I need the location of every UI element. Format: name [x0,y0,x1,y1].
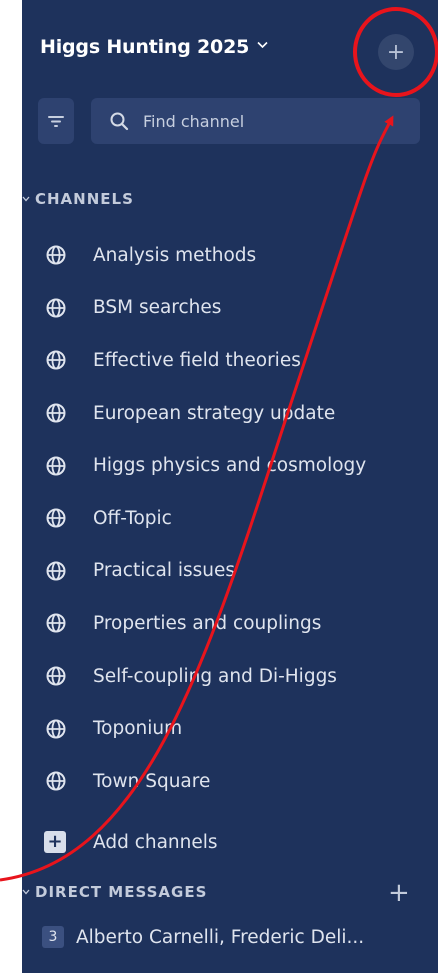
plus-box-icon: + [44,831,66,853]
channel-label: European strategy update [93,402,336,424]
channel-label: Properties and couplings [93,612,322,634]
direct-message-label: Alberto Carnelli, Frederic Deli... [76,926,365,948]
add-direct-message-button[interactable]: + [388,878,410,908]
channels-section-label: CHANNELS [35,190,134,208]
channel-filter-button[interactable] [38,98,74,144]
channel-label: Practical issues [93,560,236,582]
channel-list: Analysis methods BSM searches Effective … [22,229,438,808]
channel-sidebar: Higgs Hunting 2025 + CHANNELS Analysis m… [22,0,438,973]
channel-item[interactable]: Self-coupling and Di-Higgs [22,650,438,703]
team-name: Higgs Hunting 2025 [40,36,250,58]
channel-item[interactable]: Toponium [22,702,438,755]
globe-icon [46,666,66,686]
channels-section-header[interactable]: CHANNELS [22,190,134,208]
globe-icon [46,508,66,528]
channel-item[interactable]: Practical issues [22,545,438,598]
globe-icon [46,245,66,265]
globe-icon [46,350,66,370]
channel-label: Higgs physics and cosmology [93,455,367,477]
direct-messages-section-label: DIRECT MESSAGES [35,883,208,901]
chevron-down-icon [22,887,30,898]
chevron-down-icon [22,194,30,205]
channel-item[interactable]: Higgs physics and cosmology [22,439,438,492]
direct-messages-section-header[interactable]: DIRECT MESSAGES [22,883,207,901]
globe-icon [46,771,66,791]
channel-item[interactable]: Properties and couplings [22,597,438,650]
add-button[interactable]: + [378,34,414,70]
team-menu-button[interactable]: Higgs Hunting 2025 [40,36,268,58]
channel-label: Town Square [93,770,211,792]
channel-label: Self-coupling and Di-Higgs [93,665,337,687]
find-channel-box[interactable] [91,98,420,144]
globe-icon [46,613,66,633]
direct-message-item[interactable]: 3 Alberto Carnelli, Frederic Deli... [22,917,438,957]
globe-icon [46,561,66,581]
channel-label: Off-Topic [93,507,172,529]
search-icon [110,112,129,131]
plus-icon: + [386,39,406,65]
globe-icon [46,719,66,739]
chevron-down-icon [257,38,268,52]
filter-icon [48,116,64,127]
channel-item[interactable]: Town Square [22,755,438,808]
add-channels-button[interactable]: + Add channels [22,818,438,866]
channel-label: Toponium [93,718,183,740]
channel-item[interactable]: Effective field theories [22,334,438,387]
globe-icon [46,298,66,318]
channel-label: BSM searches [93,297,222,319]
globe-icon [46,403,66,423]
member-count-badge: 3 [42,926,64,948]
channel-item[interactable]: Off-Topic [22,492,438,545]
channel-item[interactable]: European strategy update [22,387,438,440]
channel-label: Effective field theories [93,349,301,371]
globe-icon [46,456,66,476]
channel-item[interactable]: Analysis methods [22,229,438,282]
channel-item[interactable]: BSM searches [22,282,438,335]
channel-label: Analysis methods [93,244,257,266]
add-channels-label: Add channels [93,831,218,853]
find-channel-input[interactable] [141,110,405,132]
